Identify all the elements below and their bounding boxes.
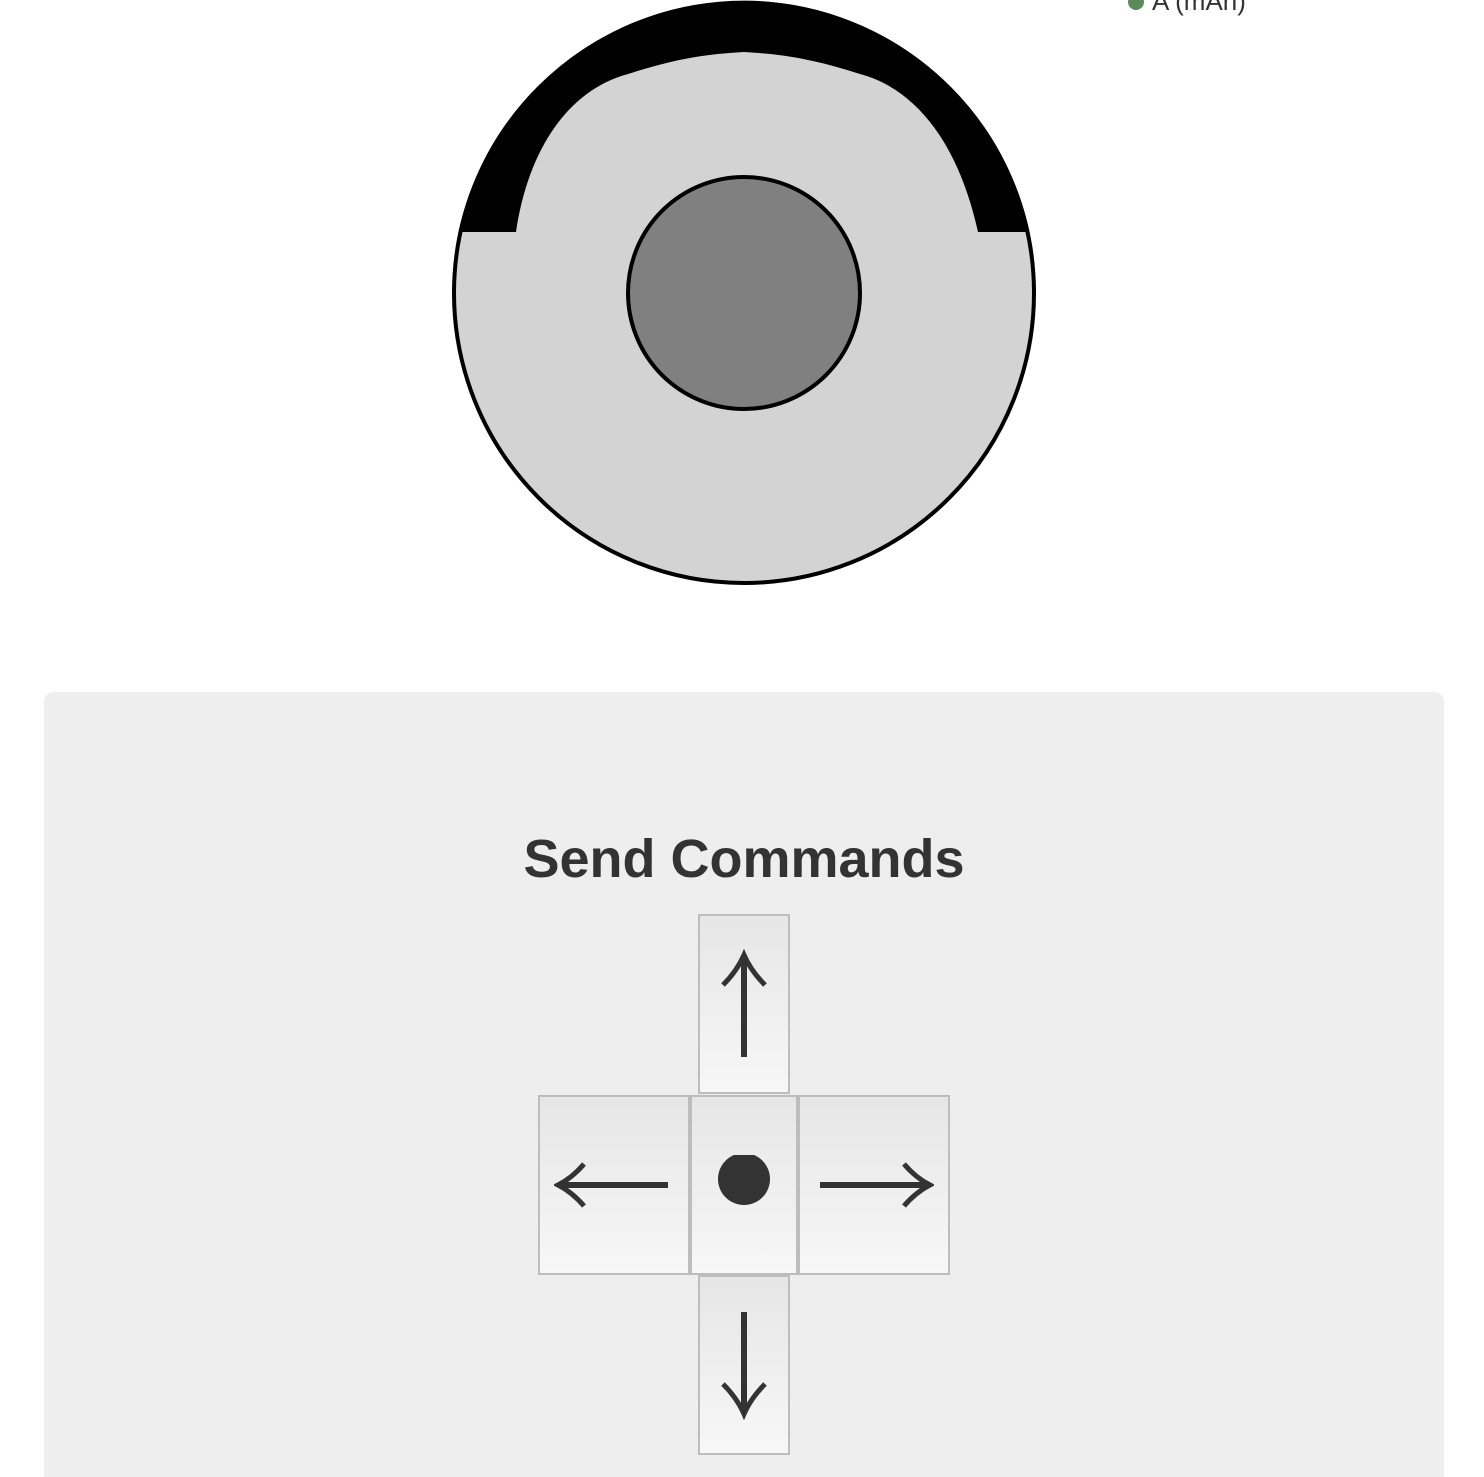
status-dot-icon	[1128, 0, 1144, 10]
backward-button[interactable]	[698, 1275, 790, 1455]
robot-center	[626, 175, 862, 411]
left-arrow-icon	[554, 1162, 668, 1208]
battery-status-label: A (mAh)	[1152, 0, 1246, 16]
battery-status: A (mAh)	[1128, 0, 1246, 17]
backward-arrow-icon	[721, 1312, 767, 1420]
forward-button[interactable]	[698, 914, 790, 1094]
page: A (mAh) Send Commands	[0, 0, 1484, 1477]
stop-button[interactable]	[690, 1095, 798, 1275]
right-button[interactable]	[798, 1095, 950, 1275]
stop-dot-icon	[718, 1155, 770, 1205]
left-button[interactable]	[538, 1095, 690, 1275]
robot-diagram	[452, 0, 1036, 585]
forward-arrow-icon	[721, 949, 767, 1057]
right-arrow-icon	[820, 1162, 934, 1208]
panel-title: Send Commands	[523, 829, 965, 889]
